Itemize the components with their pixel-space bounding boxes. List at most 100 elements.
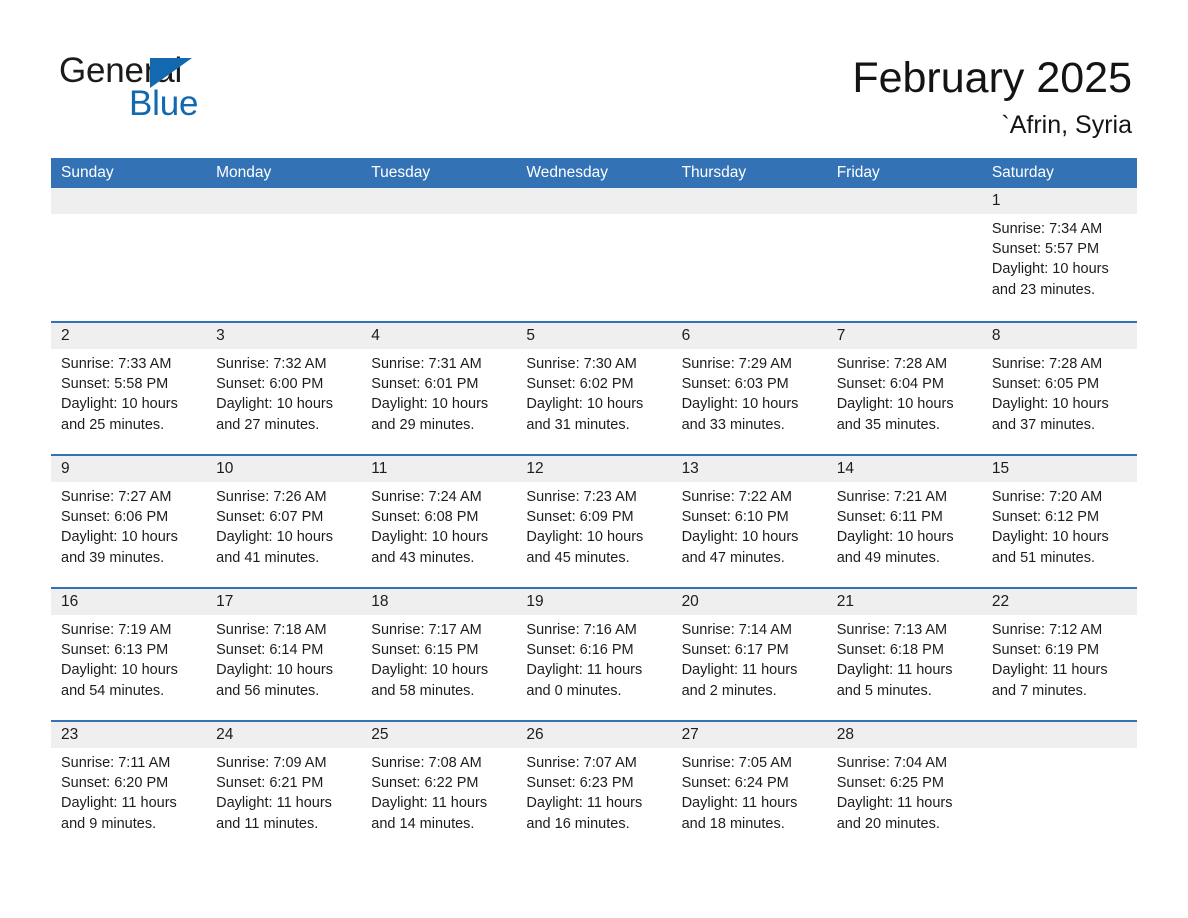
sunrise-text: Sunrise: 7:20 AM	[991, 489, 1103, 505]
daylight-text: Daylight: 10 hours and 39 minutes.	[61, 529, 178, 566]
calendar-grid: Sunday Monday Tuesday Wednesday Thursday…	[51, 158, 1137, 853]
day-cell[interactable]: 9 Sunrise: 7:27 AM Sunset: 6:06 PM Daylight…	[51, 456, 207, 587]
day-cell[interactable]: 8 Sunrise: 7:28 AM Sunset: 6:05 PM Daylight…	[981, 323, 1137, 454]
daylight-text: Daylight: 11 hours and 11 minutes.	[216, 795, 332, 832]
sunrise-text: Sunrise: 7:32 AM	[216, 356, 327, 372]
sunset-text: Sunset: 6:22 PM	[371, 775, 479, 792]
day-sun-info: Sunrise: 7:14 AM Sunset: 6:17 PM Daylight:…	[672, 615, 827, 701]
calendar-page: General Blue February 2025 `Afrin, Syria…	[0, 0, 1188, 918]
day-cell[interactable]: 5 Sunrise: 7:30 AM Sunset: 6:02 PM Daylight…	[516, 323, 672, 454]
sunset-text: Sunset: 6:10 PM	[681, 509, 789, 526]
day-number	[361, 188, 517, 214]
sunrise-text: Sunrise: 7:33 AM	[61, 356, 172, 372]
day-number: 22	[981, 589, 1137, 615]
day-cell[interactable]: 22 Sunrise: 7:12 AM Sunset: 6:19 PM Dayligh…	[981, 589, 1137, 720]
day-sun-info: Sunrise: 7:04 AM Sunset: 6:25 PM Daylight:…	[827, 748, 982, 834]
day-cell[interactable]: 6 Sunrise: 7:29 AM Sunset: 6:03 PM Daylight…	[671, 323, 827, 454]
day-number: 23	[51, 722, 207, 748]
day-sun-info: Sunrise: 7:26 AM Sunset: 6:07 PM Daylight:…	[206, 482, 361, 568]
day-cell[interactable]: 23 Sunrise: 7:11 AM Sunset: 6:20 PM Dayligh…	[51, 722, 207, 853]
day-sun-info: Sunrise: 7:30 AM Sunset: 6:02 PM Daylight:…	[516, 349, 671, 435]
weekday-header-saturday: Saturday	[991, 164, 1054, 181]
weekday-header-wednesday: Wednesday	[526, 164, 608, 181]
daylight-text: Daylight: 11 hours and 0 minutes.	[526, 662, 643, 699]
day-cell[interactable]: 14 Sunrise: 7:21 AM Sunset: 6:11 PM Dayligh…	[826, 456, 982, 587]
daylight-text: Daylight: 11 hours and 9 minutes.	[61, 795, 177, 832]
logo-text-blue: Blue	[129, 84, 199, 123]
day-cell-empty	[826, 188, 982, 321]
sunset-text: Sunset: 5:58 PM	[61, 376, 169, 393]
day-sun-info: Sunrise: 7:33 AM Sunset: 5:58 PM Daylight:…	[51, 349, 206, 435]
sunrise-text: Sunrise: 7:05 AM	[681, 755, 792, 771]
generalblue-logo[interactable]: General Blue	[59, 52, 319, 132]
calendar-week-row: 9 Sunrise: 7:27 AM Sunset: 6:06 PM Daylight…	[51, 454, 1137, 587]
day-cell[interactable]: 17 Sunrise: 7:18 AM Sunset: 6:14 PM Dayligh…	[206, 589, 362, 720]
daylight-text: Daylight: 10 hours and 35 minutes.	[836, 396, 954, 433]
day-cell[interactable]: 24 Sunrise: 7:09 AM Sunset: 6:21 PM Dayligh…	[206, 722, 362, 853]
calendar-weeks: 1 Sunrise: 7:34 AM Sunset: 5:57 PM Daylight…	[51, 188, 1137, 853]
sunrise-text: Sunrise: 7:14 AM	[681, 622, 792, 638]
daylight-text: Daylight: 10 hours and 29 minutes.	[371, 396, 489, 433]
day-cell-empty	[206, 188, 362, 321]
day-sun-info: Sunrise: 7:28 AM Sunset: 6:04 PM Daylight:…	[827, 349, 982, 435]
daylight-text: Daylight: 11 hours and 2 minutes.	[681, 662, 798, 699]
day-number: 11	[361, 456, 517, 482]
daylight-text: Daylight: 10 hours and 56 minutes.	[216, 662, 334, 699]
sunrise-text: Sunrise: 7:31 AM	[371, 356, 482, 372]
day-sun-info: Sunrise: 7:34 AM Sunset: 5:57 PM Daylight:…	[982, 214, 1137, 300]
day-cell[interactable]: 28 Sunrise: 7:04 AM Sunset: 6:25 PM Dayligh…	[826, 722, 982, 853]
sunset-text: Sunset: 5:57 PM	[991, 241, 1100, 258]
day-number	[981, 722, 1137, 748]
day-number: 7	[826, 323, 982, 349]
daylight-text: Daylight: 11 hours and 20 minutes.	[836, 795, 953, 832]
day-cell[interactable]: 7 Sunrise: 7:28 AM Sunset: 6:04 PM Daylight…	[826, 323, 982, 454]
day-number: 25	[361, 722, 517, 748]
day-cell[interactable]: 13 Sunrise: 7:22 AM Sunset: 6:10 PM Dayligh…	[671, 456, 827, 587]
day-sun-info: Sunrise: 7:22 AM Sunset: 6:10 PM Daylight:…	[672, 482, 827, 568]
day-cell[interactable]: 20 Sunrise: 7:14 AM Sunset: 6:17 PM Dayligh…	[671, 589, 827, 720]
daylight-text: Daylight: 10 hours and 51 minutes.	[991, 529, 1109, 566]
day-cell[interactable]: 2 Sunrise: 7:33 AM Sunset: 5:58 PM Daylight…	[51, 323, 207, 454]
calendar-week-row: 23 Sunrise: 7:11 AM Sunset: 6:20 PM Dayligh…	[51, 720, 1137, 853]
day-number: 5	[516, 323, 672, 349]
day-cell[interactable]: 16 Sunrise: 7:19 AM Sunset: 6:13 PM Dayligh…	[51, 589, 207, 720]
day-cell[interactable]: 12 Sunrise: 7:23 AM Sunset: 6:09 PM Dayligh…	[516, 456, 672, 587]
day-number: 26	[516, 722, 672, 748]
day-number: 10	[206, 456, 362, 482]
day-cell[interactable]: 26 Sunrise: 7:07 AM Sunset: 6:23 PM Dayligh…	[516, 722, 672, 853]
day-sun-info: Sunrise: 7:24 AM Sunset: 6:08 PM Daylight:…	[361, 482, 516, 568]
day-cell-empty	[51, 188, 207, 321]
day-cell[interactable]: 11 Sunrise: 7:24 AM Sunset: 6:08 PM Dayligh…	[361, 456, 517, 587]
day-cell[interactable]: 1 Sunrise: 7:34 AM Sunset: 5:57 PM Daylight…	[981, 188, 1137, 321]
day-cell[interactable]: 21 Sunrise: 7:13 AM Sunset: 6:18 PM Dayligh…	[826, 589, 982, 720]
day-number: 24	[206, 722, 362, 748]
day-cell[interactable]: 4 Sunrise: 7:31 AM Sunset: 6:01 PM Daylight…	[361, 323, 517, 454]
sunrise-text: Sunrise: 7:23 AM	[526, 489, 637, 505]
weekday-header-friday: Friday	[836, 164, 880, 181]
day-cell[interactable]: 10 Sunrise: 7:26 AM Sunset: 6:07 PM Dayligh…	[206, 456, 362, 587]
daylight-text: Daylight: 11 hours and 16 minutes.	[526, 795, 643, 832]
daylight-text: Daylight: 10 hours and 41 minutes.	[216, 529, 334, 566]
daylight-text: Daylight: 11 hours and 18 minutes.	[681, 795, 798, 832]
day-cell[interactable]: 18 Sunrise: 7:17 AM Sunset: 6:15 PM Dayligh…	[361, 589, 517, 720]
sunrise-text: Sunrise: 7:18 AM	[216, 622, 327, 638]
sunset-text: Sunset: 6:01 PM	[371, 376, 479, 393]
day-sun-info: Sunrise: 7:11 AM Sunset: 6:20 PM Daylight:…	[51, 748, 206, 834]
day-cell[interactable]: 19 Sunrise: 7:16 AM Sunset: 6:16 PM Dayligh…	[516, 589, 672, 720]
day-number: 6	[671, 323, 827, 349]
day-sun-info: Sunrise: 7:29 AM Sunset: 6:03 PM Daylight:…	[672, 349, 827, 435]
day-cell[interactable]: 25 Sunrise: 7:08 AM Sunset: 6:22 PM Dayligh…	[361, 722, 517, 853]
day-number: 17	[206, 589, 362, 615]
sunset-text: Sunset: 6:19 PM	[991, 642, 1100, 659]
day-cell[interactable]: 27 Sunrise: 7:05 AM Sunset: 6:24 PM Dayligh…	[671, 722, 827, 853]
day-number: 19	[516, 589, 672, 615]
day-number: 14	[826, 456, 982, 482]
day-cell[interactable]: 15 Sunrise: 7:20 AM Sunset: 6:12 PM Dayligh…	[981, 456, 1137, 587]
day-cell[interactable]: 3 Sunrise: 7:32 AM Sunset: 6:00 PM Daylight…	[206, 323, 362, 454]
daylight-text: Daylight: 10 hours and 25 minutes.	[61, 396, 178, 433]
sunrise-text: Sunrise: 7:28 AM	[991, 356, 1103, 372]
sunset-text: Sunset: 6:05 PM	[991, 376, 1100, 393]
day-number	[51, 188, 207, 214]
day-number: 15	[981, 456, 1137, 482]
sunrise-text: Sunrise: 7:19 AM	[61, 622, 172, 638]
